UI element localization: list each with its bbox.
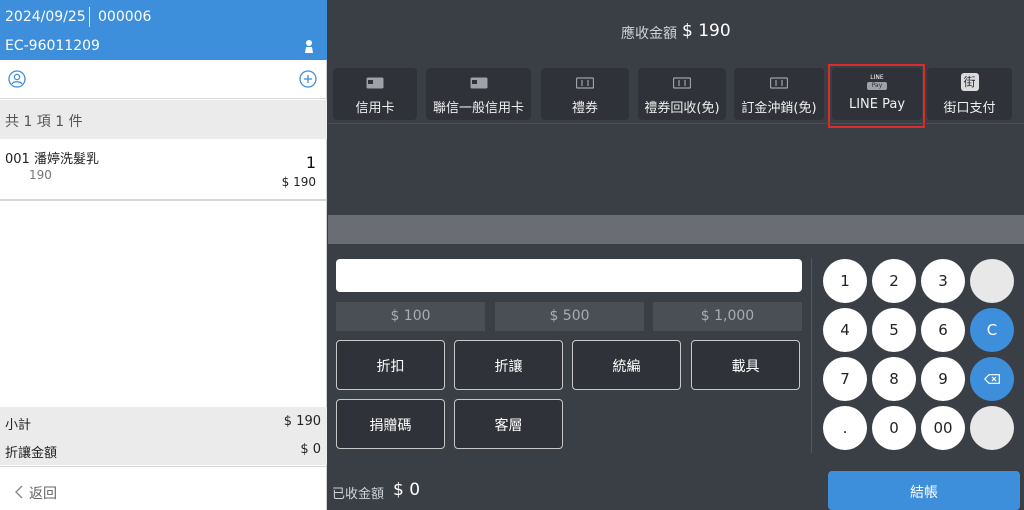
payment-voucher-recycle[interactable]: 禮券回收(免) (638, 68, 726, 120)
back-label: 返回 (29, 486, 57, 502)
subtotal-label: 小計 (5, 418, 32, 433)
payment-label: 聯信一般信用卡 (432, 101, 524, 116)
add-icon[interactable] (299, 70, 317, 88)
payment-detail-area (328, 123, 1024, 215)
divider-band (328, 215, 1024, 244)
received-label: 已收金額 (332, 487, 385, 502)
key-1[interactable]: 1 (823, 259, 867, 303)
discount-value: $ 0 (300, 442, 321, 457)
key-blank[interactable] (970, 406, 1014, 450)
key-3[interactable]: 3 (921, 259, 965, 303)
payment-deposit-offset[interactable]: 訂金沖銷(免) (734, 68, 824, 120)
keypad-divider (811, 258, 812, 453)
allowance-button[interactable]: 折讓 (454, 340, 563, 390)
jkopay-logo-glyph: 街 (963, 75, 976, 89)
card-icon (366, 77, 384, 89)
payment-label: 街口支付 (943, 101, 996, 116)
key-4[interactable]: 4 (823, 308, 867, 352)
amount-due-bar: 應收金額 $ 190 (328, 0, 1024, 63)
payment-voucher[interactable]: 禮券 (541, 68, 629, 120)
voucher-icon (576, 77, 594, 89)
key-5[interactable]: 5 (872, 308, 916, 352)
backspace-key[interactable] (970, 357, 1014, 401)
tax-id-button[interactable]: 統編 (572, 340, 681, 390)
order-header: 2024/09/25 000006 EC-96011209 (0, 0, 327, 60)
subtotal-value: $ 190 (283, 414, 321, 429)
discount-row: 折讓金額 $ 0 (5, 442, 321, 462)
item-name: 001 潘婷洗髮乳 (5, 152, 99, 167)
discount-label: 折讓金額 (5, 446, 58, 461)
donation-code-button[interactable]: 捐贈碼 (336, 399, 445, 449)
payment-label: 禮券回收(免) (644, 101, 720, 116)
person-icon (305, 40, 313, 53)
checkout-button[interactable]: 結帳 (828, 471, 1020, 510)
key-8[interactable]: 8 (872, 357, 916, 401)
selection-highlight (828, 64, 925, 128)
pos-screen: 2024/09/25 000006 EC-96011209 共 1 項 1 件 … (0, 0, 1024, 510)
item-count-summary: 共 1 項 1 件 (0, 100, 327, 139)
voucher-icon (770, 77, 788, 89)
payment-label: 訂金沖銷(免) (741, 101, 817, 116)
order-date: 2024/09/25 (5, 9, 86, 25)
voucher-icon (673, 77, 691, 89)
amount-due-value: $ 190 (682, 21, 731, 41)
carrier-button[interactable]: 載具 (691, 340, 800, 390)
key-2[interactable]: 2 (872, 259, 916, 303)
invoice-number: EC-96011209 (5, 38, 100, 54)
key-9[interactable]: 9 (921, 357, 965, 401)
amount-due-label: 應收金額 (621, 26, 677, 42)
back-button[interactable]: 返回 (0, 466, 327, 510)
member-icon[interactable] (8, 70, 26, 88)
amount-input[interactable] (336, 259, 802, 292)
subtotal-row: 小計 $ 190 (5, 414, 321, 434)
discount-button[interactable]: 折扣 (336, 340, 445, 390)
item-amount: $ 190 (281, 175, 316, 189)
totals-box: 小計 $ 190 折讓金額 $ 0 (0, 407, 327, 465)
received-value: $ 0 (393, 480, 421, 500)
key-decimal[interactable]: . (823, 406, 867, 450)
quick-amount-1000[interactable]: $ 1,000 (653, 302, 802, 331)
key-7[interactable]: 7 (823, 357, 867, 401)
list-item[interactable]: 001 潘婷洗髮乳 190 1 $ 190 (0, 139, 327, 201)
payment-label: 禮券 (571, 101, 598, 116)
order-number: 000006 (98, 9, 152, 25)
payment-label: 信用卡 (355, 101, 395, 116)
jkopay-icon: 街 (960, 73, 979, 91)
payment-jkopay[interactable]: 街 街口支付 (927, 68, 1012, 120)
header-divider (89, 7, 90, 27)
backspace-icon (983, 374, 1000, 384)
key-0[interactable]: 0 (872, 406, 916, 450)
customer-segment-button[interactable]: 客層 (454, 399, 563, 449)
key-blank[interactable] (970, 259, 1014, 303)
key-6[interactable]: 6 (921, 308, 965, 352)
payment-credit-card[interactable]: 信用卡 (333, 68, 417, 120)
customer-row (0, 60, 327, 99)
payment-lianxin-card[interactable]: 聯信一般信用卡 (426, 68, 531, 120)
chevron-left-icon (15, 485, 23, 499)
clear-key[interactable]: C (970, 308, 1014, 352)
item-quantity: 1 (305, 153, 316, 172)
item-unit-price: 190 (29, 168, 52, 182)
quick-amount-100[interactable]: $ 100 (336, 302, 485, 331)
order-panel: 2024/09/25 000006 EC-96011209 共 1 項 1 件 … (0, 0, 327, 510)
card-icon (470, 77, 487, 89)
quick-amount-500[interactable]: $ 500 (495, 302, 644, 331)
key-00[interactable]: 00 (921, 406, 965, 450)
